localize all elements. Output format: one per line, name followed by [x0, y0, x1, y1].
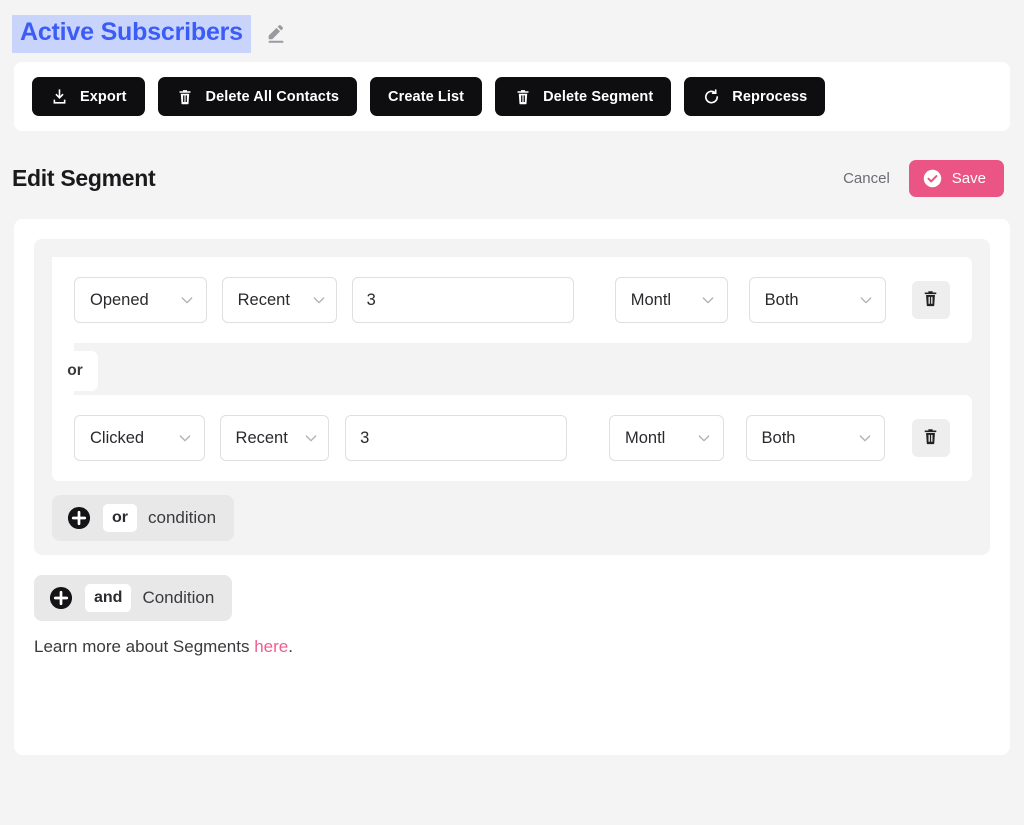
condition-row: Opened Recent Montl	[52, 257, 972, 343]
condition-scope-select[interactable]: Both	[745, 415, 886, 461]
trash-icon	[921, 427, 940, 449]
pencil-icon[interactable]	[265, 23, 287, 45]
page-title: Edit Segment	[12, 164, 156, 191]
condition-unit-select[interactable]: Montl	[608, 415, 724, 461]
chevron-down-icon	[696, 430, 712, 446]
condition-unit-value: Montl	[624, 428, 666, 447]
condition-scope-value: Both	[761, 428, 796, 447]
add-and-condition-button[interactable]: and Condition	[34, 575, 233, 621]
delete-all-contacts-button[interactable]: Delete All Contacts	[157, 77, 358, 116]
plus-circle-icon	[48, 585, 74, 611]
create-list-button[interactable]: Create List	[370, 77, 483, 116]
cancel-button[interactable]: Cancel	[843, 170, 890, 187]
chevron-down-icon	[700, 292, 716, 308]
condition-unit-select[interactable]: Montl	[614, 277, 729, 323]
download-icon	[50, 87, 69, 106]
toolbar-row: Export Delete All Contacts Create List D…	[32, 77, 992, 116]
delete-condition-button[interactable]	[911, 419, 950, 457]
add-or-label: condition	[148, 508, 217, 527]
chevron-down-icon	[858, 292, 874, 308]
condition-amount-input[interactable]	[345, 415, 568, 461]
add-and-condition-row: and Condition	[34, 575, 990, 621]
condition-group: Opened Recent Montl	[34, 239, 990, 555]
reprocess-label: Reprocess	[732, 88, 808, 105]
export-button-label: Export	[80, 88, 127, 105]
group-operator-chip: or	[52, 351, 98, 391]
chevron-down-icon	[311, 292, 327, 308]
condition-scope-value: Both	[764, 290, 799, 309]
condition-attribute-select[interactable]: Opened	[74, 277, 207, 323]
delete-segment-button[interactable]: Delete Segment	[495, 77, 672, 116]
delete-condition-button[interactable]	[911, 281, 950, 319]
condition-attribute-select[interactable]: Clicked	[74, 415, 205, 461]
group-operator-row: or	[52, 343, 972, 395]
chevron-down-icon	[857, 430, 873, 446]
condition-row: Clicked Recent Montl	[52, 395, 972, 481]
add-or-keyword: or	[103, 504, 137, 532]
chevron-down-icon	[179, 292, 195, 308]
trash-icon	[513, 87, 532, 106]
condition-recency-select[interactable]: Recent	[221, 277, 337, 323]
condition-recency-select[interactable]: Recent	[219, 415, 330, 461]
learn-more-text: Learn more about Segments here.	[34, 637, 990, 657]
condition-scope-select[interactable]: Both	[748, 277, 887, 323]
delete-all-contacts-label: Delete All Contacts	[205, 88, 340, 105]
edit-segment-header: Edit Segment Cancel Save	[0, 155, 1024, 201]
trash-icon	[176, 87, 195, 106]
add-and-label: Condition	[142, 588, 215, 607]
chevron-down-icon	[177, 430, 193, 446]
learn-more-suffix: .	[288, 637, 293, 656]
save-button-label: Save	[951, 169, 986, 187]
plus-circle-icon	[66, 505, 92, 531]
segments-help-link[interactable]: here	[254, 637, 288, 656]
add-or-condition-row: or condition	[52, 495, 972, 541]
export-button[interactable]: Export	[32, 77, 145, 116]
condition-attribute-value: Opened	[90, 290, 149, 309]
reprocess-button[interactable]: Reprocess	[684, 77, 826, 116]
condition-amount-input[interactable]	[351, 277, 574, 323]
add-or-condition-button[interactable]: or condition	[52, 495, 235, 541]
condition-recency-value: Recent	[237, 290, 290, 309]
segment-title-bar: Active Subscribers	[0, 0, 1024, 53]
save-button[interactable]: Save	[908, 159, 1004, 197]
trash-icon	[921, 289, 940, 311]
refresh-icon	[702, 87, 721, 106]
add-and-keyword: and	[85, 584, 132, 612]
condition-recency-value: Recent	[235, 428, 288, 447]
condition-unit-value: Montl	[630, 290, 672, 309]
segment-name-title[interactable]: Active Subscribers	[12, 15, 251, 53]
condition-attribute-value: Clicked	[90, 428, 145, 447]
check-circle-icon	[922, 168, 943, 189]
delete-segment-label: Delete Segment	[543, 88, 654, 105]
learn-more-prefix: Learn more about Segments	[34, 637, 255, 656]
chevron-down-icon	[303, 430, 319, 446]
segment-toolbar: Export Delete All Contacts Create List D…	[14, 62, 1010, 131]
segment-builder-card: Opened Recent Montl	[14, 219, 1010, 755]
create-list-label: Create List	[388, 88, 465, 105]
